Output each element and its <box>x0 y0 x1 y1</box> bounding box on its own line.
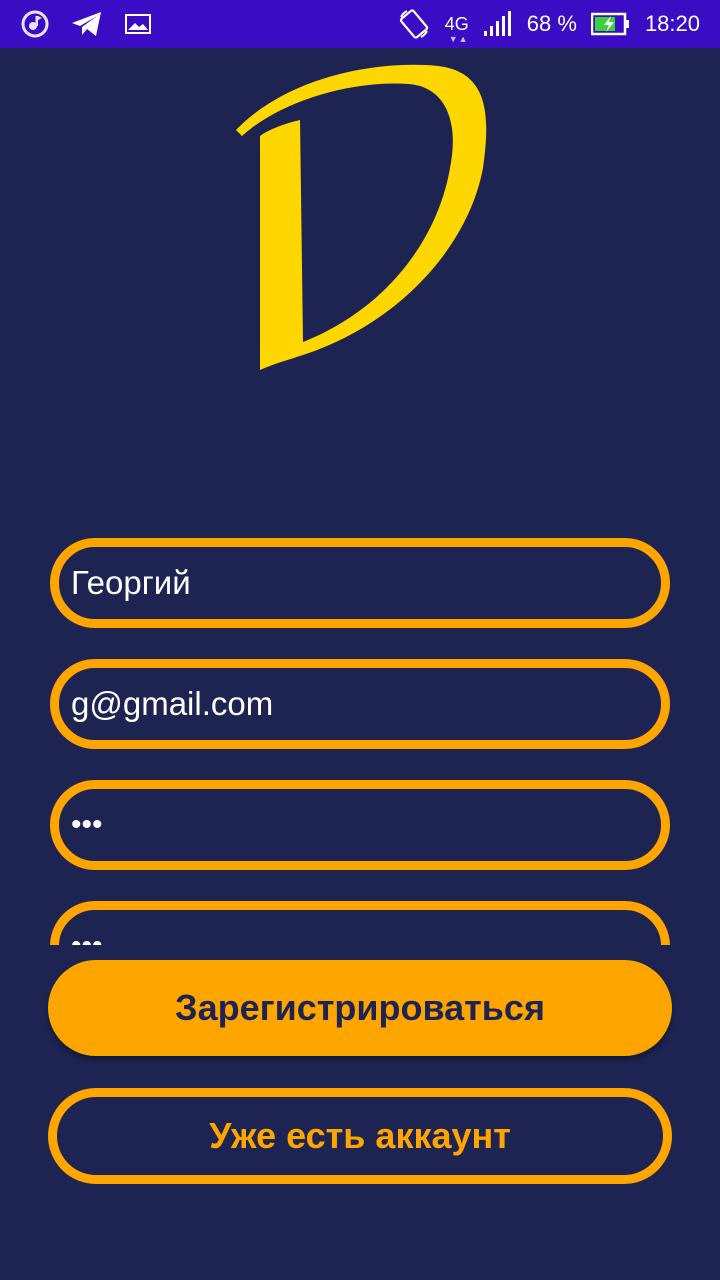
password-field[interactable] <box>50 780 670 870</box>
confirm-password-input[interactable] <box>71 910 661 945</box>
network-indicator: 4G ▼▲ <box>444 14 469 44</box>
clock: 18:20 <box>644 11 700 36</box>
status-notifications <box>20 9 152 39</box>
register-button[interactable]: Зарегистрироваться <box>48 960 672 1056</box>
already-have-account-button[interactable]: Уже есть аккаунт <box>48 1088 672 1184</box>
register-button-label: Зарегистрироваться <box>175 987 545 1028</box>
name-input[interactable] <box>71 547 661 619</box>
login-button-label: Уже есть аккаунт <box>209 1115 511 1156</box>
music-app-icon <box>20 9 50 39</box>
network-type: 4G <box>444 14 469 34</box>
status-system: 4G ▼▲ 68 % 18:20 <box>397 7 700 44</box>
name-field[interactable] <box>50 538 670 628</box>
rotate-icon <box>397 7 431 41</box>
app-logo <box>228 58 498 378</box>
gallery-icon <box>124 12 152 36</box>
registration-form <box>0 530 720 945</box>
signal-icon <box>483 11 513 37</box>
battery-percent: 68 % <box>526 11 577 36</box>
status-bar: 4G ▼▲ 68 % 18:20 <box>0 0 720 48</box>
confirm-password-field[interactable] <box>50 901 670 945</box>
email-field[interactable] <box>50 659 670 749</box>
email-input[interactable] <box>71 668 661 740</box>
battery-charging-icon <box>590 12 631 36</box>
password-input[interactable] <box>71 789 661 861</box>
data-arrows-icon: ▼▲ <box>448 34 469 44</box>
telegram-icon <box>70 9 104 39</box>
app-screen: 4G ▼▲ 68 % 18:20 Георгий g@gmail.com •••… <box>0 0 720 1280</box>
